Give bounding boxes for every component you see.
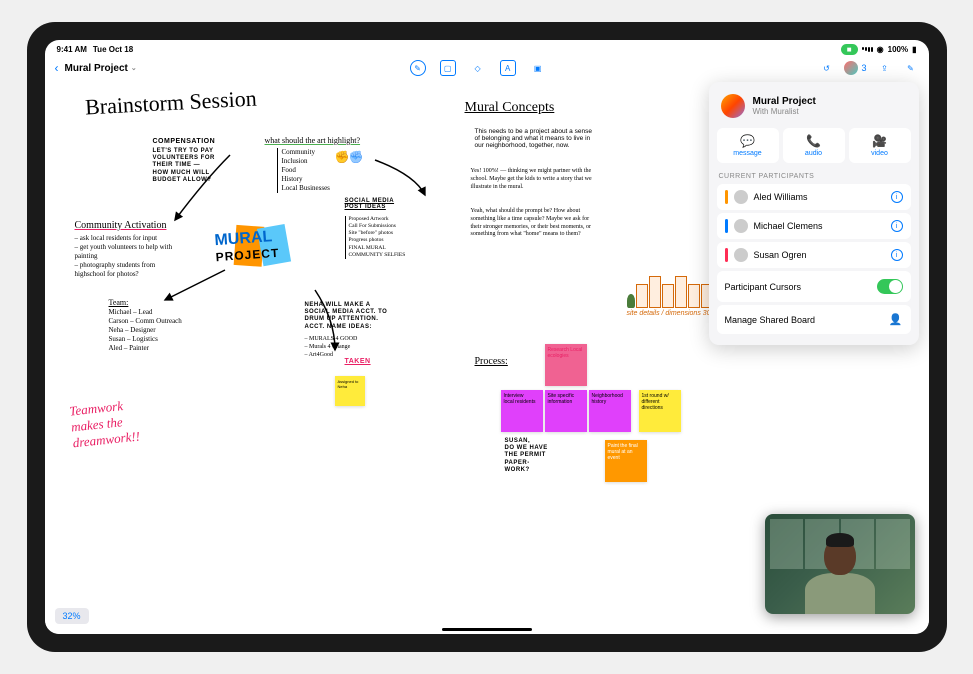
battery-percent: 100% [888,45,908,54]
back-button[interactable]: ‹ [55,61,59,75]
shapes-tool-button[interactable]: ◇ [470,60,486,76]
sticky-paint[interactable]: Paint the final mural at an event [605,440,647,482]
participants-section-label: CURRENT PARTICIPANTS [717,169,911,184]
teamwork-quote: Teamwork makes the dreamwork!! [68,397,140,452]
susan-note: SUSAN, DO WE HAVE THE PERMIT PAPER- WORK… [505,438,548,474]
process-heading: Process: [475,356,508,367]
media-tool-button[interactable]: ▣ [530,60,546,76]
presence-indicator [725,190,728,204]
board-title-dropdown[interactable]: Mural Project ⌄ [65,63,137,74]
ipad-device-frame: 9:41 AM Tue Oct 18 ■ ◉ 100% ▮ ‹ Mural Pr… [27,22,947,652]
manage-shared-board-button[interactable]: Manage Shared Board 👤 [717,305,911,334]
collaborators-button[interactable]: 3 [844,61,866,75]
text-tool-button[interactable]: A [500,60,516,76]
art-items-list: Community Inclusion Food History Local B… [277,148,330,193]
info-icon[interactable]: i [891,220,903,232]
status-date: Tue Oct 18 [93,45,133,54]
home-indicator[interactable] [442,628,532,631]
sticky-assigned-neha[interactable]: Assigned to Neha [335,376,365,406]
social-list: Proposed Artwork Call For Submissions Si… [345,216,406,259]
person-badge-icon: 👤 [889,313,903,326]
status-bar: 9:41 AM Tue Oct 18 ■ ◉ 100% ▮ [45,40,929,56]
battery-icon: ▮ [912,45,916,54]
sticky-research[interactable]: Research Local ecologies [545,344,587,386]
wifi-icon: ◉ [877,45,884,54]
fist-emoji-blue: ✊ [349,150,364,164]
panel-header: Mural Project With Muralist [717,90,911,122]
team-list: Michael – Lead Carson – Comm Outreach Ne… [109,308,182,353]
concept-reply-2: Yeah, what should the prompt be? How abo… [471,208,601,239]
concept-body-text: This needs to be a project about a sense… [475,128,595,149]
user-avatar-icon [734,190,748,204]
panel-title: Mural Project [753,96,816,107]
compensation-heading: COMPENSATION [153,138,216,145]
facetime-pip-window[interactable] [765,514,915,614]
board-avatar-icon [721,94,745,118]
info-icon[interactable]: i [891,191,903,203]
facetime-active-pill[interactable]: ■ [841,44,858,55]
team-heading: Team: [109,298,129,307]
message-icon: 💬 [740,134,755,148]
zoom-level-button[interactable]: 32% [55,608,89,624]
sticky-round1[interactable]: 1st round w/ different directions [639,390,681,432]
concept-reply-1: Yes! 100%! — thinking we might partner w… [471,168,601,191]
cursors-toggle[interactable] [877,279,903,294]
undo-button[interactable]: ↺ [818,60,834,76]
compose-button[interactable]: ✎ [903,60,919,76]
neha-note: NEHA WILL MAKE A SOCIAL MEDIA ACCT. TO D… [305,302,388,331]
taken-label: TAKEN [345,358,371,365]
participant-cursors-toggle-row: Participant Cursors [717,271,911,302]
social-heading: SOCIAL MEDIA POST IDEAS [345,198,395,210]
concepts-heading: Mural Concepts [465,100,555,116]
presence-indicator [725,248,728,262]
video-button[interactable]: 🎥video [849,128,911,163]
acct-names: – MURALS 4 GOOD – Murals 4 Change – Art4… [305,336,358,359]
message-button[interactable]: 💬message [717,128,779,163]
compensation-text: LET'S TRY TO PAY VOLUNTEERS FOR THEIR TI… [153,148,215,184]
community-heading: Community Activation [75,220,167,231]
participant-row[interactable]: Susan Ogren i [717,242,911,268]
app-toolbar: ‹ Mural Project ⌄ ✎ ▢ ◇ A ▣ ↺ 3 ⇪ [45,56,929,80]
presence-indicator [725,219,728,233]
video-icon: ■ [847,45,852,54]
user-avatar-icon [734,219,748,233]
video-icon: 🎥 [872,134,887,148]
mural-project-logo: MURAL PROJECT [213,228,279,264]
community-text: – ask local residents for input – get yo… [75,234,185,279]
fist-emoji-orange: ✊ [335,150,350,164]
facetime-participant [805,529,875,614]
collab-avatar-icon [844,61,858,75]
sticky-neighborhood[interactable]: Neighborhood history [589,390,631,432]
participant-row[interactable]: Michael Clemens i [717,213,911,239]
sticky-siteinfo[interactable]: Site specific information [545,390,587,432]
collaboration-panel: Mural Project With Muralist 💬message 📞au… [709,82,919,345]
phone-icon: 📞 [806,134,821,148]
board-heading: Brainstorm Session [84,86,257,121]
info-icon[interactable]: i [891,249,903,261]
panel-subtitle: With Muralist [753,107,816,116]
user-avatar-icon [734,248,748,262]
pen-tool-button[interactable]: ✎ [410,60,426,76]
screen: 9:41 AM Tue Oct 18 ■ ◉ 100% ▮ ‹ Mural Pr… [45,40,929,634]
status-time: 9:41 AM [57,45,87,54]
audio-button[interactable]: 📞audio [783,128,845,163]
cellular-icon [862,47,873,52]
art-prompt-heading: what should the art highlight? [265,136,361,145]
share-button[interactable]: ⇪ [877,60,893,76]
participant-row[interactable]: Aled Williams i [717,184,911,210]
sticky-interview[interactable]: Interview local residents [501,390,543,432]
sticky-tool-button[interactable]: ▢ [440,60,456,76]
